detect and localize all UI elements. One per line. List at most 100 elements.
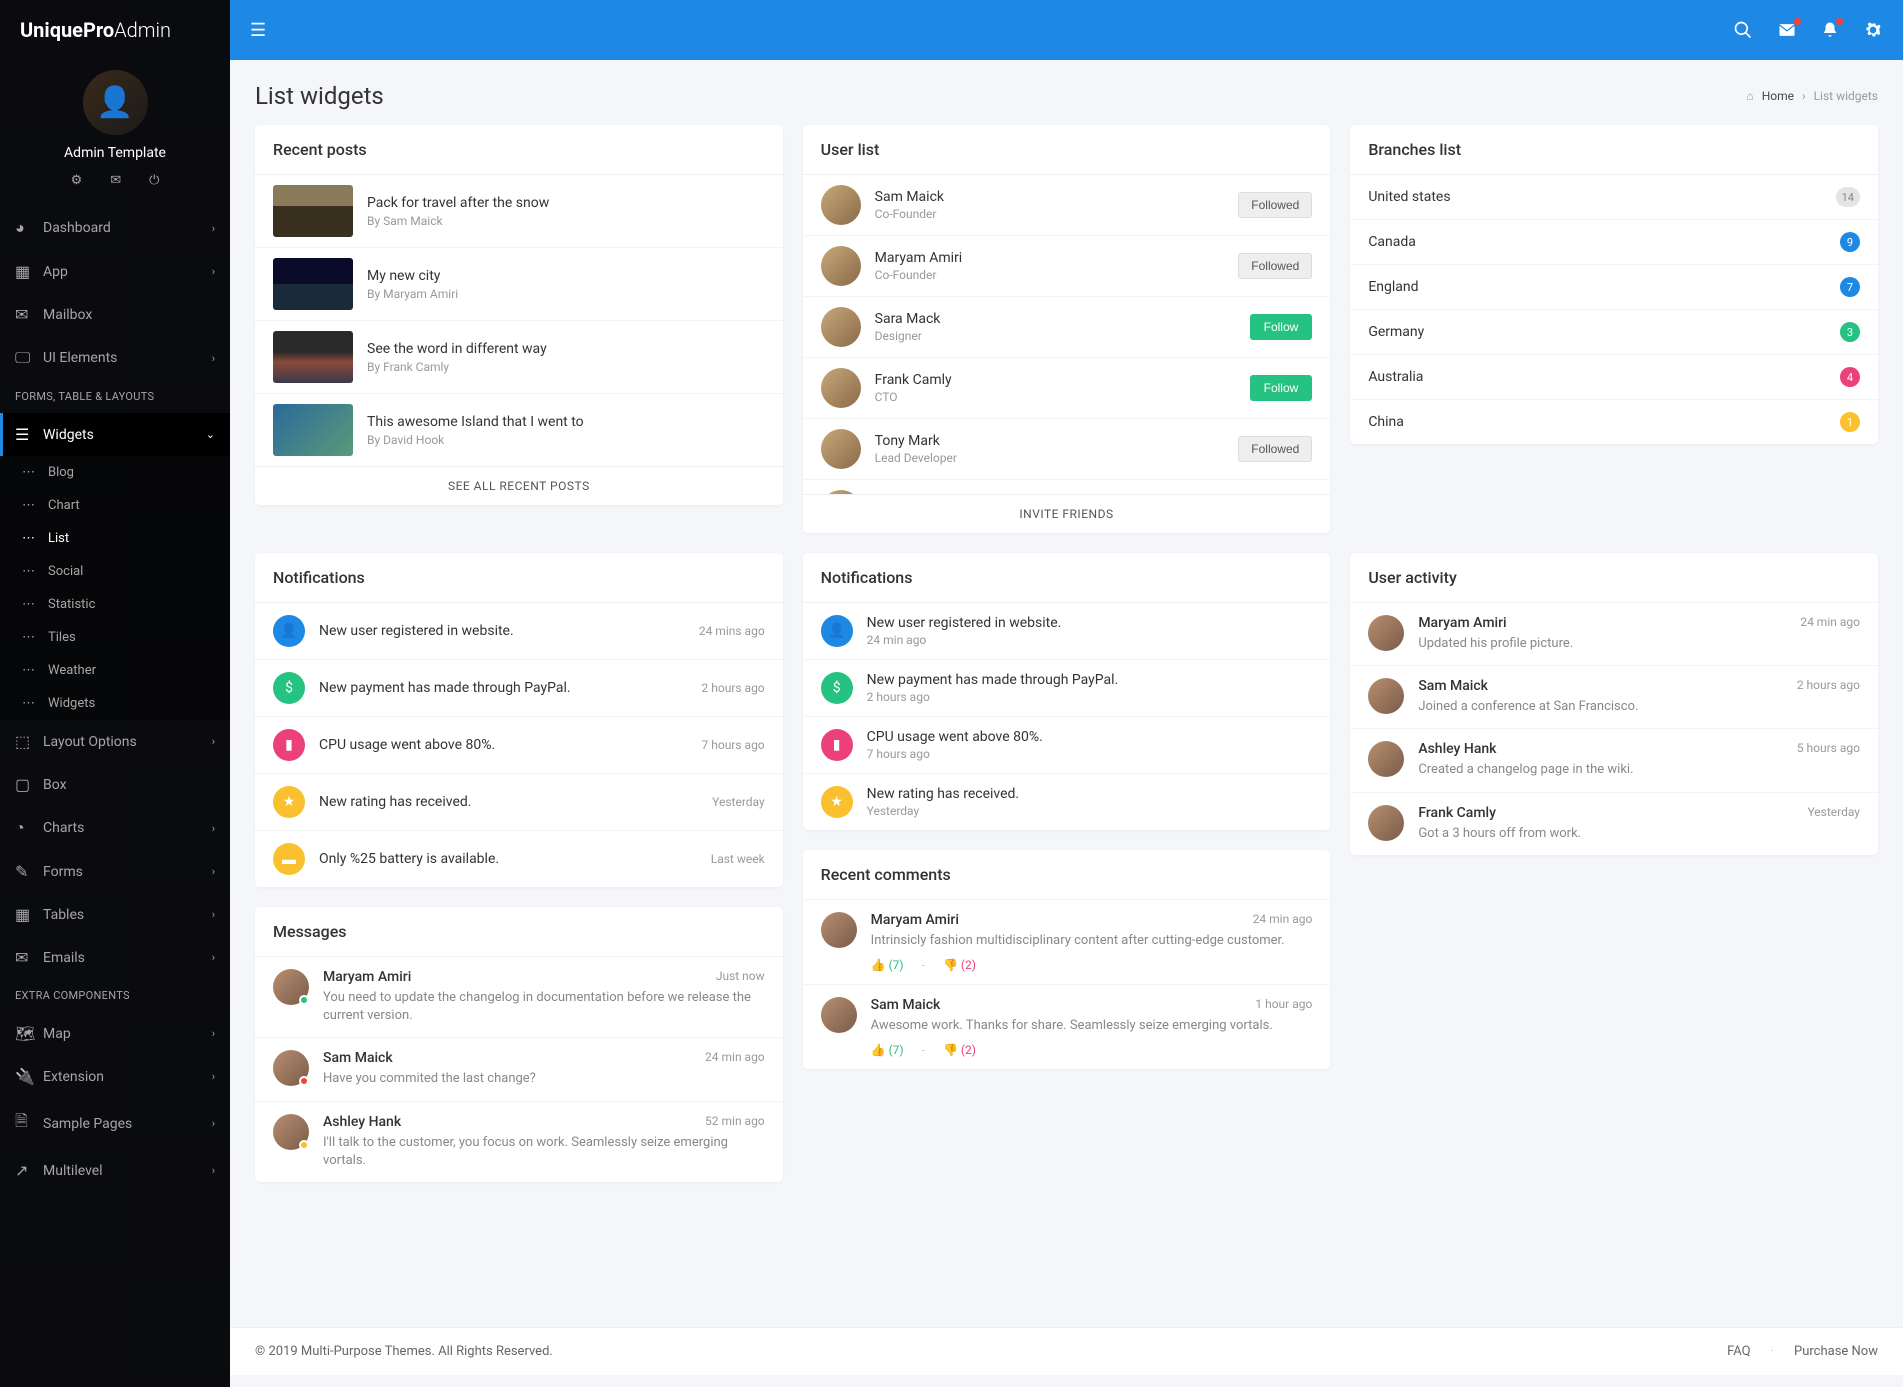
user-avatar[interactable]	[821, 307, 861, 347]
sidebar-item-multilevel[interactable]: ↗Multilevel›	[0, 1149, 230, 1192]
activity-text: Joined a conference at San Francisco.	[1418, 698, 1860, 716]
status-dot	[299, 1076, 309, 1086]
user-avatar[interactable]	[821, 246, 861, 286]
gear-icon[interactable]	[1863, 20, 1883, 40]
user-avatar[interactable]	[821, 368, 861, 408]
activity-item[interactable]: Sam Maick 2 hours ago Joined a conferenc…	[1350, 665, 1878, 728]
sidebar-sub-widgets[interactable]: ⋯Widgets	[0, 687, 230, 720]
notification-item[interactable]: ★ New rating has received. Yesterday	[255, 773, 783, 830]
box-title: Messages	[255, 907, 783, 956]
branch-item[interactable]: Canada 9	[1350, 219, 1878, 264]
sidebar-item-layout[interactable]: ⬚Layout Options›	[0, 720, 230, 763]
chevron-down-icon: ⌄	[206, 428, 215, 441]
sidebar-sub-social[interactable]: ⋯Social	[0, 555, 230, 588]
follow-button[interactable]: Followed	[1238, 436, 1312, 462]
mail-icon[interactable]: ✉	[110, 173, 121, 188]
comment-avatar[interactable]	[821, 997, 857, 1033]
invite-friends-link[interactable]: INVITE FRIENDS	[1019, 507, 1113, 521]
sidebar-item-samples[interactable]: 🗎Sample Pages›	[0, 1098, 230, 1149]
branch-item[interactable]: United states 14	[1350, 174, 1878, 219]
like-button[interactable]: 👍 (7)	[871, 1043, 904, 1057]
dislike-button[interactable]: 👎 (2)	[943, 1043, 976, 1057]
sidebar-item-mailbox[interactable]: ✉Mailbox	[0, 293, 230, 336]
faq-link[interactable]: FAQ	[1727, 1344, 1750, 1359]
branch-name: Germany	[1368, 324, 1424, 340]
chevron-right-icon: ›	[1802, 89, 1806, 103]
message-item[interactable]: Maryam Amiri Just now You need to update…	[255, 956, 783, 1037]
activity-item[interactable]: Frank Camly Yesterday Got a 3 hours off …	[1350, 792, 1878, 855]
notification-item[interactable]: 👤 New user registered in website. 24 min…	[803, 602, 1331, 659]
search-icon[interactable]	[1733, 20, 1753, 40]
notification-text: CPU usage went above 80%.	[867, 729, 1313, 745]
notification-item[interactable]: ★ New rating has received. Yesterday	[803, 773, 1331, 830]
box-title: Branches list	[1350, 125, 1878, 174]
follow-button[interactable]: Followed	[1238, 192, 1312, 218]
branch-name: United states	[1368, 189, 1450, 205]
branch-item[interactable]: England 7	[1350, 264, 1878, 309]
see-all-link[interactable]: SEE ALL RECENT POSTS	[448, 479, 590, 493]
power-icon[interactable]: ⏻	[149, 173, 159, 188]
sidebar-sub-tiles[interactable]: ⋯Tiles	[0, 621, 230, 654]
sidebar-item-emails[interactable]: ✉Emails›	[0, 936, 230, 979]
user-avatar[interactable]	[821, 429, 861, 469]
notification-item[interactable]: ▮ CPU usage went above 80%. 7 hours ago	[255, 716, 783, 773]
message-item[interactable]: Sam Maick 24 min ago Have you commited t…	[255, 1037, 783, 1100]
activity-item[interactable]: Maryam Amiri 24 min ago Updated his prof…	[1350, 602, 1878, 665]
gear-icon[interactable]: ⚙	[71, 173, 83, 188]
sidebar-sub-statistic[interactable]: ⋯Statistic	[0, 588, 230, 621]
user-avatar[interactable]: 👤	[83, 70, 148, 135]
purchase-link[interactable]: Purchase Now	[1794, 1344, 1878, 1359]
activity-item[interactable]: Ashley Hank 5 hours ago Created a change…	[1350, 728, 1878, 791]
sidebar-item-dashboard[interactable]: ◕Dashboard›	[0, 206, 230, 250]
sidebar-item-app[interactable]: ▦App›	[0, 250, 230, 293]
sidebar-item-ui-elements[interactable]: 🖵UI Elements›	[0, 336, 230, 380]
notification-icon: ▮	[273, 729, 305, 761]
post-item[interactable]: My new city By Maryam Amiri	[255, 247, 783, 320]
sidebar-sub-list[interactable]: ⋯List	[0, 522, 230, 555]
post-item[interactable]: Pack for travel after the snow By Sam Ma…	[255, 174, 783, 247]
branch-item[interactable]: Australia 4	[1350, 354, 1878, 399]
hamburger-icon[interactable]: ☰	[250, 20, 266, 41]
follow-button[interactable]: Followed	[1238, 253, 1312, 279]
branch-count-badge: 4	[1840, 367, 1860, 387]
mail-icon[interactable]	[1777, 20, 1797, 40]
branch-item[interactable]: Germany 3	[1350, 309, 1878, 354]
post-item[interactable]: This awesome Island that I went to By Da…	[255, 393, 783, 466]
like-button[interactable]: 👍 (7)	[871, 958, 904, 972]
sidebar-item-charts[interactable]: ◔Charts›	[0, 806, 230, 850]
user-item: Maryam Amiri Co-Founder Followed	[803, 235, 1331, 296]
follow-button[interactable]: Follow	[1250, 314, 1313, 340]
notification-time: 7 hours ago	[702, 738, 765, 752]
comment-avatar[interactable]	[821, 912, 857, 948]
sidebar-sub-chart[interactable]: ⋯Chart	[0, 489, 230, 522]
layout-icon: ⬚	[15, 732, 43, 751]
sidebar-item-widgets[interactable]: ☰Widgets⌄	[0, 413, 230, 456]
notification-text: New user registered in website.	[867, 615, 1313, 631]
breadcrumb-home[interactable]: Home	[1762, 89, 1794, 103]
notification-item[interactable]: ▮ CPU usage went above 80%. 7 hours ago	[803, 716, 1331, 773]
user-role: Co-Founder	[875, 268, 963, 282]
notification-item[interactable]: 👤 New user registered in website. 24 min…	[255, 602, 783, 659]
notification-item[interactable]: ▬ Only %25 battery is available. Last we…	[255, 830, 783, 887]
sidebar-item-box[interactable]: ▢Box	[0, 763, 230, 806]
notification-item[interactable]: $ New payment has made through PayPal. 2…	[255, 659, 783, 716]
notification-item[interactable]: $ New payment has made through PayPal. 2…	[803, 659, 1331, 716]
sidebar-sub-blog[interactable]: ⋯Blog	[0, 456, 230, 489]
follow-button[interactable]: Follow	[1250, 375, 1313, 401]
notification-text: New rating has received.	[867, 786, 1313, 802]
branch-item[interactable]: China 1	[1350, 399, 1878, 444]
message-item[interactable]: Ashley Hank 52 min ago I'll talk to the …	[255, 1101, 783, 1182]
sidebar-sub-weather[interactable]: ⋯Weather	[0, 654, 230, 687]
post-item[interactable]: See the word in different way By Frank C…	[255, 320, 783, 393]
brand-logo[interactable]: UniquePro Admin	[0, 0, 230, 60]
sidebar-item-map[interactable]: 🗺Map›	[0, 1012, 230, 1055]
user-avatar[interactable]	[821, 185, 861, 225]
sidebar-item-forms[interactable]: ✎Forms›	[0, 850, 230, 893]
comment-time: 24 min ago	[1253, 912, 1313, 928]
user-avatar[interactable]	[821, 490, 861, 494]
table-icon: ▦	[15, 905, 43, 924]
dislike-button[interactable]: 👎 (2)	[943, 958, 976, 972]
sidebar-item-tables[interactable]: ▦Tables›	[0, 893, 230, 936]
bell-icon[interactable]	[1821, 20, 1839, 40]
sidebar-item-extension[interactable]: 🔌Extension›	[0, 1055, 230, 1098]
